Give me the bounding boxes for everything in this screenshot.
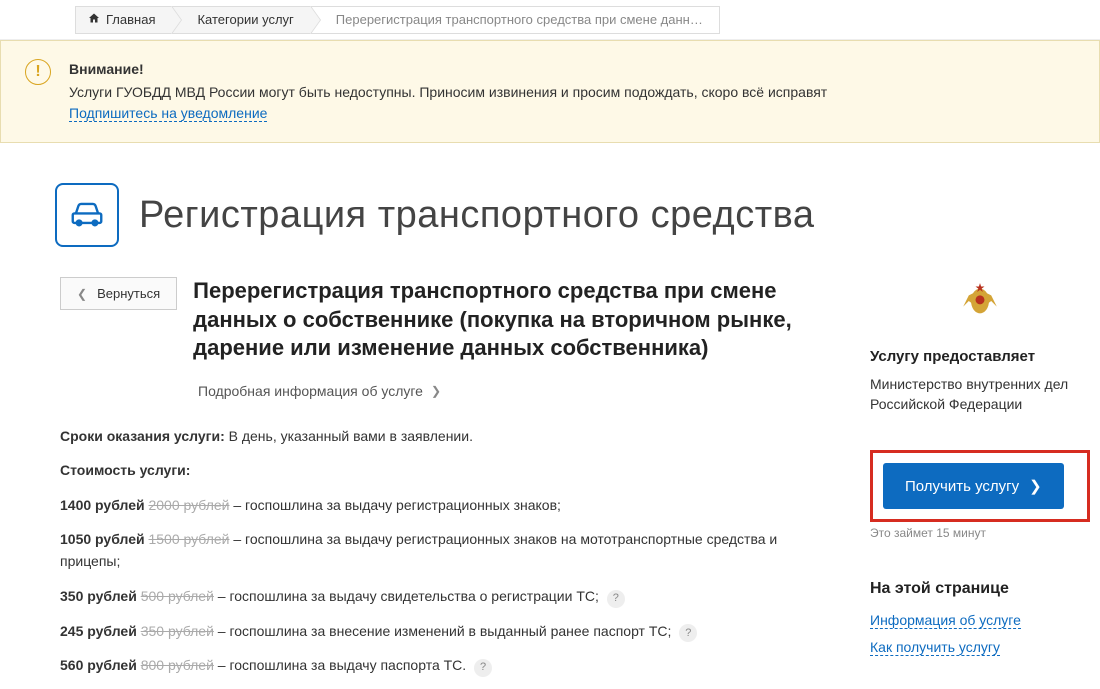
page-title-row: Регистрация транспортного средства [0, 143, 1100, 277]
get-service-button[interactable]: Получить услугу ❯ [883, 463, 1064, 509]
breadcrumb-cat-label: Категории услуг [197, 12, 293, 27]
car-icon [55, 183, 119, 247]
help-icon[interactable]: ? [607, 590, 625, 608]
emblem-icon [870, 277, 1090, 330]
breadcrumb-current-label: Перерегистрация транспортного средства п… [336, 12, 703, 27]
breadcrumb-categories[interactable]: Категории услуг [172, 6, 310, 34]
alert-subscribe-link[interactable]: Подпишитесь на уведомление [69, 105, 267, 122]
price-value: 350 рублей [60, 588, 137, 604]
aside-link-info[interactable]: Информация об услуге [870, 612, 1021, 629]
aside-link-how[interactable]: Как получить услугу [870, 639, 1000, 656]
cta-label: Получить услугу [905, 478, 1019, 495]
on-this-page-title: На этой странице [870, 580, 1090, 598]
price-value: 1050 рублей [60, 531, 145, 547]
deadline-value: В день, указанный вами в заявлении. [229, 428, 473, 444]
price-value: 245 рублей [60, 623, 137, 639]
price-desc: – госпошлина за выдачу регистрационных з… [233, 497, 561, 513]
help-icon[interactable]: ? [474, 659, 492, 677]
price-desc: – госпошлина за выдачу свидетельства о р… [218, 588, 599, 604]
breadcrumb-home-label: Главная [106, 12, 155, 27]
chevron-right-icon: ❯ [431, 384, 441, 398]
price-item: 245 рублей 350 рублей – госпошлина за вн… [60, 620, 830, 643]
time-note: Это займет 15 минут [870, 526, 1090, 540]
service-details-link[interactable]: Подробная информация об услуге ❯ [198, 383, 441, 399]
provided-by-label: Услугу предоставляет [870, 348, 1090, 365]
page-title: Регистрация транспортного средства [139, 194, 815, 237]
provider-name: Министерство внутренних дел Российской Ф… [870, 375, 1090, 414]
breadcrumb-home[interactable]: Главная [75, 6, 172, 34]
help-icon[interactable]: ? [679, 624, 697, 642]
details-label: Подробная информация об услуге [198, 383, 423, 399]
price-value: 1400 рублей [60, 497, 145, 513]
deadline-label: Сроки оказания услуги: [60, 428, 225, 444]
price-old: 500 рублей [141, 588, 214, 604]
back-button[interactable]: ❮ Вернуться [60, 277, 177, 310]
warning-icon: ! [25, 59, 51, 85]
price-item: 1050 рублей 1500 рублей – госпошлина за … [60, 528, 830, 573]
price-item: 560 рублей 800 рублей – госпошлина за вы… [60, 654, 830, 677]
price-item: 1400 рублей 2000 рублей – госпошлина за … [60, 494, 830, 516]
chevron-right-icon: ❯ [1029, 477, 1042, 495]
price-old: 1500 рублей [148, 531, 229, 547]
chevron-left-icon: ❮ [77, 287, 87, 301]
price-old: 350 рублей [141, 623, 214, 639]
price-old: 2000 рублей [148, 497, 229, 513]
alert-text: Услуги ГУОБДД МВД России могут быть недо… [69, 84, 827, 100]
service-info: Сроки оказания услуги: В день, указанный… [60, 425, 830, 677]
alert-title: Внимание! [69, 59, 827, 80]
service-subtitle: Перерегистрация транспортного средства п… [193, 277, 830, 363]
price-desc: – госпошлина за внесение изменений в выд… [218, 623, 672, 639]
price-item: 350 рублей 500 рублей – госпошлина за вы… [60, 585, 830, 608]
cta-highlight-box: Получить услугу ❯ [870, 450, 1090, 522]
alert-banner: ! Внимание! Услуги ГУОБДД МВД России мог… [0, 40, 1100, 143]
cost-label: Стоимость услуги: [60, 462, 190, 478]
breadcrumb: Главная Категории услуг Перерегистрация … [0, 0, 1100, 40]
home-icon [88, 12, 100, 27]
breadcrumb-current: Перерегистрация транспортного средства п… [311, 6, 720, 34]
back-label: Вернуться [97, 286, 160, 301]
